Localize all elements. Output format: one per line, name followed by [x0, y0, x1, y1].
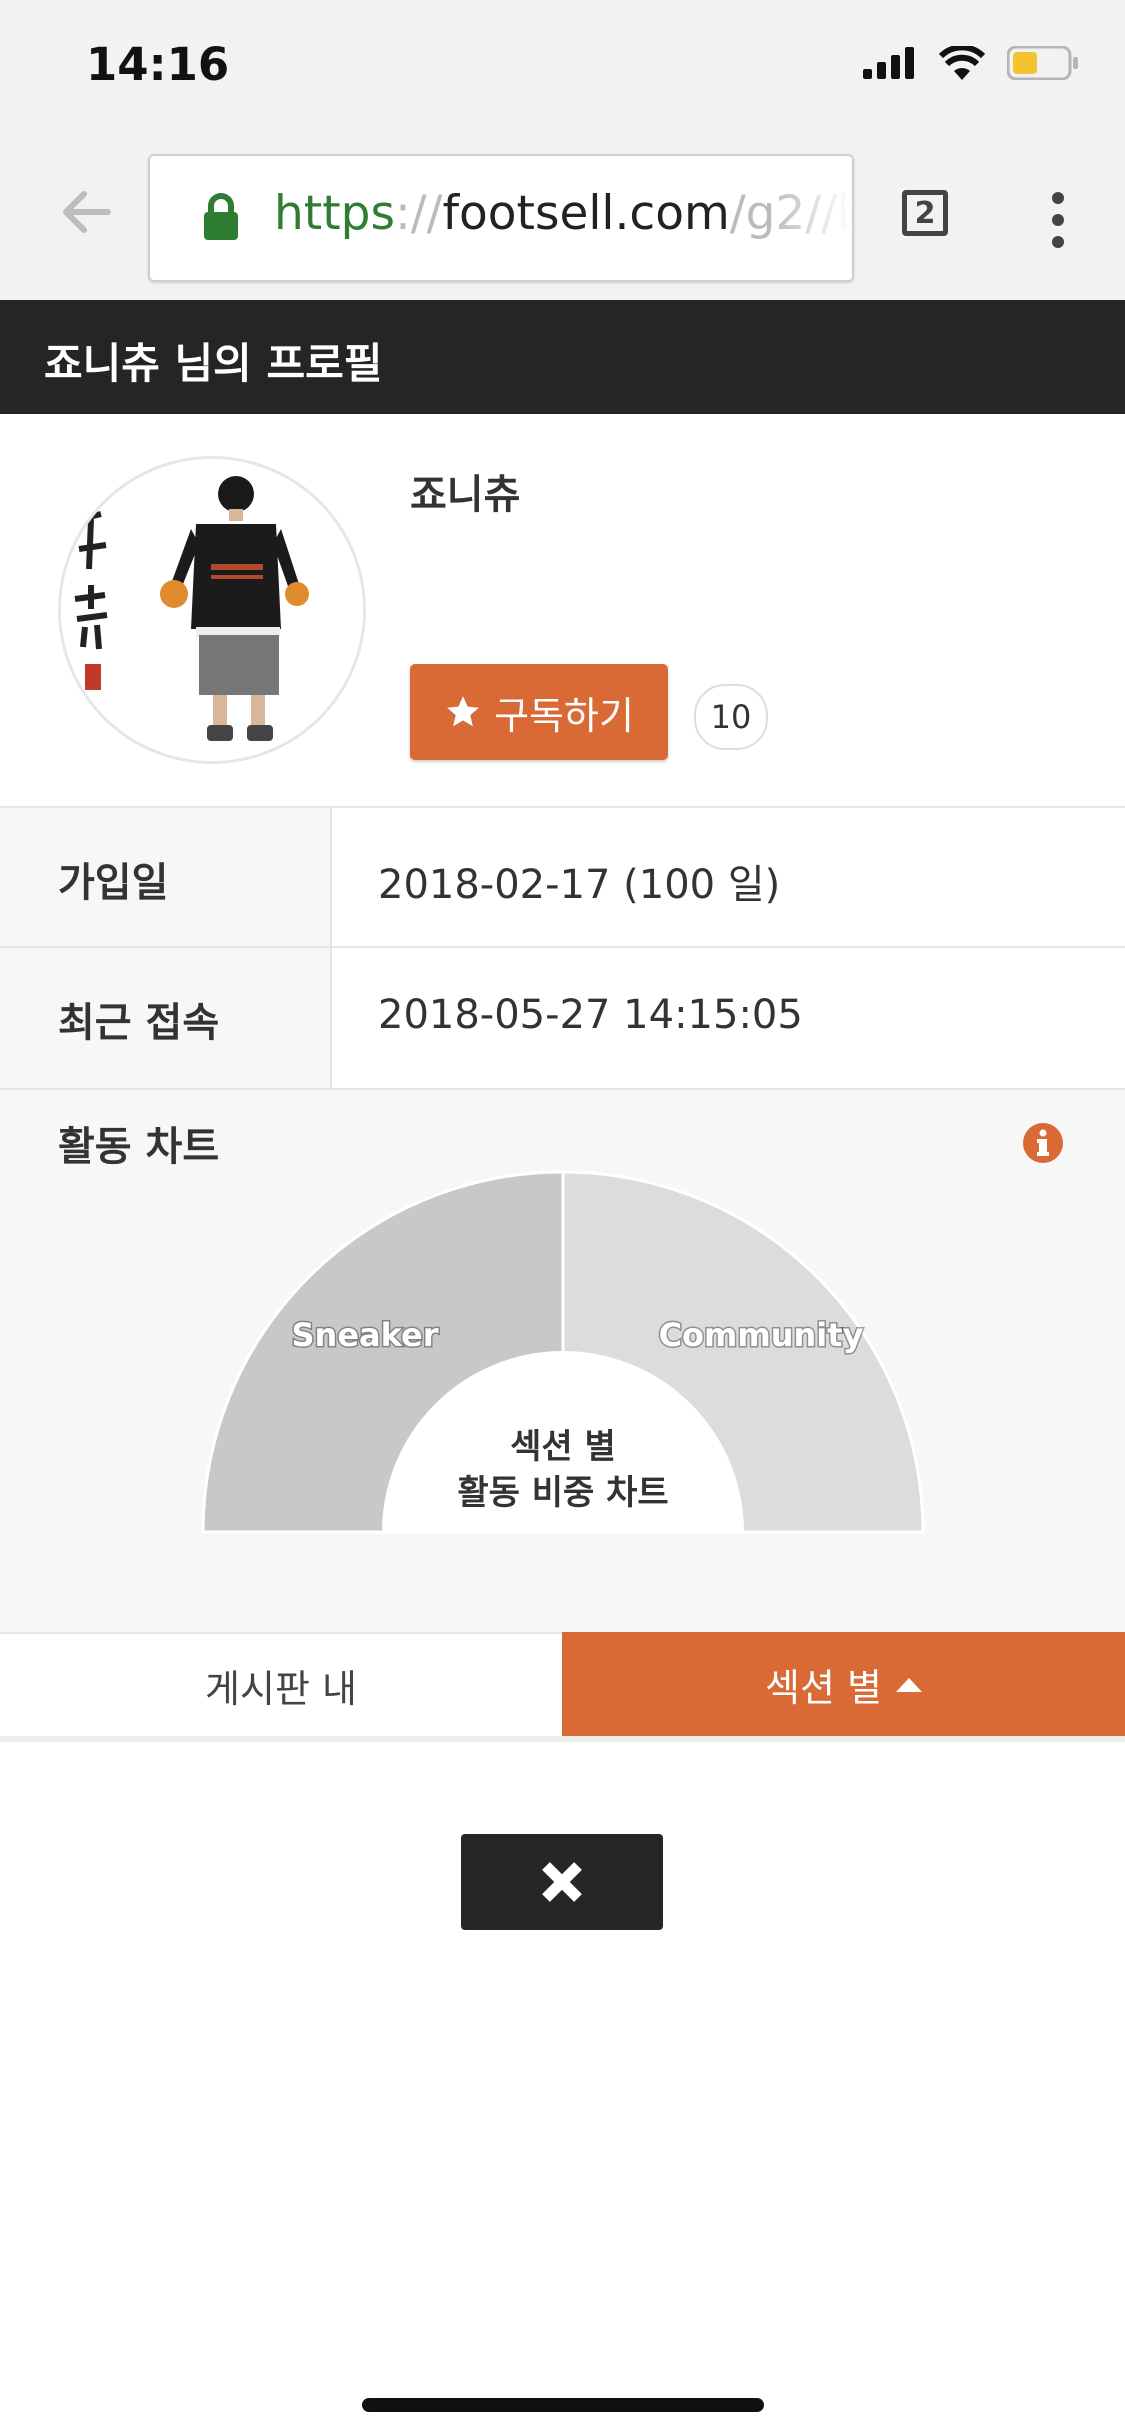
status-bar: 14:16 — [0, 0, 1125, 140]
url-separator: :// — [394, 186, 443, 241]
battery-icon — [1007, 46, 1078, 80]
browser-toolbar: https://footsell.com/g2//bl 2 — [0, 140, 1125, 300]
tab-divider — [0, 1736, 1125, 1742]
last-access-value: 2018-05-27 14:15:05 — [378, 992, 803, 1038]
last-access-row: 최근 접속 2018-05-27 14:15:05 — [0, 946, 1125, 1088]
address-bar[interactable]: https://footsell.com/g2//bl — [148, 154, 854, 282]
signal-icon — [863, 47, 914, 79]
close-button[interactable] — [461, 1834, 663, 1930]
close-icon — [542, 1862, 582, 1902]
last-access-label: 최근 접속 — [58, 1000, 220, 1046]
url-host: footsell.com — [442, 186, 730, 241]
chart-center-line-1: 섹션 별 — [510, 1427, 616, 1467]
chart-center-line-2: 활동 비중 차트 — [457, 1473, 668, 1513]
status-icons — [863, 46, 1079, 80]
back-arrow-icon[interactable] — [56, 182, 116, 242]
page-title: 죠니츄 님의 프로필 — [44, 339, 383, 388]
subscriber-count-badge: 10 — [694, 684, 768, 750]
tab-section[interactable]: 섹션 별 — [562, 1632, 1125, 1736]
tab-section-label: 섹션 별 — [765, 1665, 882, 1710]
star-icon — [447, 696, 479, 727]
join-date-label: 가입일 — [58, 860, 169, 906]
tab-board[interactable]: 게시판 내 — [0, 1632, 562, 1736]
page-header: 죠니츄 님의 프로필 — [0, 300, 1125, 414]
avatar-illustration — [61, 459, 363, 761]
chart-label-sneaker: Sneaker — [291, 1316, 438, 1354]
view-tabs: 게시판 내 섹션 별 — [0, 1632, 1125, 1736]
tab-switcher-button[interactable]: 2 — [902, 190, 948, 236]
subscribe-label: 구독하기 — [494, 693, 634, 738]
last-access-label-cell: 최근 접속 — [0, 948, 332, 1088]
url-scheme: https — [274, 186, 395, 241]
info-icon[interactable] — [1022, 1122, 1064, 1164]
activity-chart-section: Sneaker Community 섹션 별 활동 비중 차트 활동 차트 — [0, 1088, 1125, 1634]
join-date-value: 2018-02-17 (100 일) — [378, 862, 781, 908]
username: 죠니츄 — [410, 472, 521, 518]
subscribe-button[interactable]: 구독하기 — [410, 664, 668, 760]
join-date-row: 가입일 2018-02-17 (100 일) — [0, 806, 1125, 948]
caret-up-icon — [895, 1678, 922, 1692]
profile-card: 죠니츄 구독하기 10 — [0, 414, 1125, 806]
home-indicator — [362, 2398, 764, 2412]
activity-chart-title: 활동 차트 — [58, 1124, 220, 1170]
wifi-icon — [939, 46, 985, 80]
overflow-menu-icon[interactable] — [1048, 190, 1068, 250]
url-fade — [772, 156, 852, 280]
lock-icon — [204, 193, 238, 240]
url-text: https://footsell.com/g2//bl — [274, 186, 852, 241]
status-time: 14:16 — [86, 38, 230, 91]
avatar — [58, 456, 366, 764]
join-date-label-cell: 가입일 — [0, 808, 332, 948]
chart-label-community: Community — [659, 1316, 864, 1354]
